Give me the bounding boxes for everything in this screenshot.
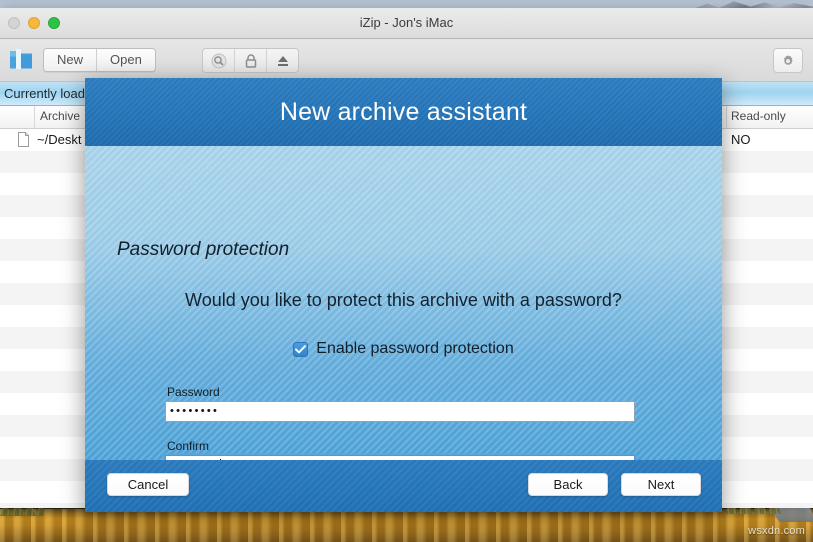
question-text: Would you like to protect this archive w…: [185, 290, 622, 310]
column-divider: [726, 106, 727, 128]
checkmark-icon: [295, 344, 307, 353]
toolbar: New Open: [0, 39, 813, 82]
enable-password-checkbox[interactable]: [293, 341, 309, 357]
column-header-archive[interactable]: Archive: [40, 109, 80, 123]
lock-icon[interactable]: [234, 49, 266, 72]
watermark: wsxdn.com: [748, 525, 805, 537]
screen: wsxdn.com iZip - Jon's iMac New Open Cur…: [0, 0, 813, 542]
cell-archive: ~/Deskt: [37, 132, 82, 147]
password-input[interactable]: ••••••••: [165, 401, 635, 422]
new-open-segmented-group: New Open: [43, 48, 156, 72]
confirm-label: Confirm: [167, 439, 210, 453]
section-title: Password protection: [117, 239, 290, 260]
new-button[interactable]: New: [44, 49, 97, 71]
dialog-footer: Cancel Back Next: [85, 460, 722, 512]
dialog-body: Password protection Would you like to pr…: [85, 146, 722, 512]
cell-readonly: NO: [731, 132, 751, 147]
next-button[interactable]: Next: [621, 473, 701, 496]
window-title: iZip - Jon's iMac: [359, 15, 454, 30]
window-titlebar[interactable]: iZip - Jon's iMac: [0, 8, 813, 39]
dialog-title: New archive assistant: [279, 97, 528, 126]
document-icon: [18, 132, 29, 147]
column-header-readonly[interactable]: Read-only: [731, 109, 786, 123]
wallpaper-water: [0, 509, 813, 542]
folder-icon: [8, 47, 34, 72]
password-value: ••••••••: [170, 405, 220, 417]
enable-password-label: Enable password protection: [316, 340, 514, 357]
back-button[interactable]: Back: [528, 473, 608, 496]
new-archive-assistant-dialog: New archive assistant Password protectio…: [85, 78, 722, 512]
toolbar-icon-group: [202, 48, 299, 73]
gear-icon[interactable]: [773, 48, 803, 73]
column-divider: [34, 106, 35, 128]
dialog-header: New archive assistant: [85, 78, 722, 146]
search-icon[interactable]: [203, 49, 234, 72]
cancel-button[interactable]: Cancel: [107, 473, 189, 496]
enable-password-protection-row[interactable]: Enable password protection: [85, 340, 722, 358]
open-button[interactable]: Open: [96, 49, 155, 71]
eject-icon[interactable]: [266, 49, 298, 72]
password-label: Password: [167, 385, 220, 399]
